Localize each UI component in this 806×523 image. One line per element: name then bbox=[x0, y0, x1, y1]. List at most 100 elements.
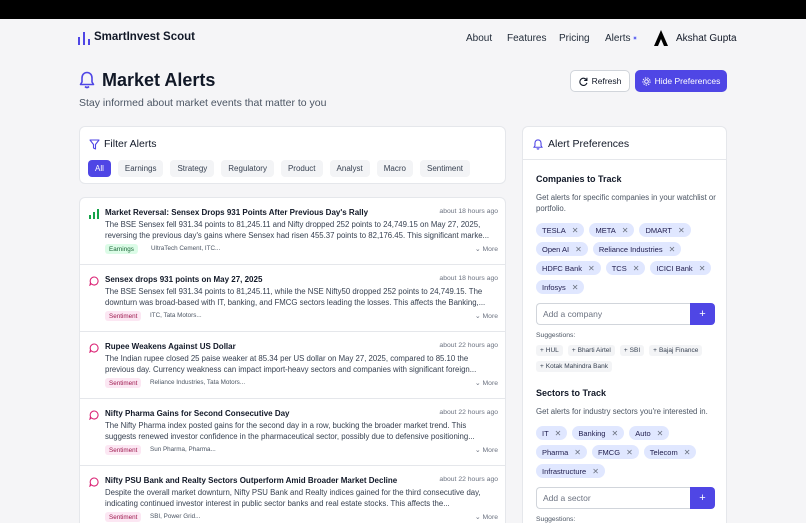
refresh-button[interactable]: Refresh bbox=[570, 70, 630, 92]
company-suggestions-label: Suggestions: bbox=[536, 332, 576, 339]
alert-companies: Reliance Industries, Tata Motors... bbox=[150, 379, 246, 386]
suggestion-label: HUL bbox=[545, 347, 559, 354]
filter-chip-regulatory[interactable]: Regulatory bbox=[221, 160, 274, 177]
filter-chip-earnings[interactable]: Earnings bbox=[117, 160, 164, 177]
company-pill: Open AI ✕ bbox=[536, 242, 588, 256]
company-pill: META ✕ bbox=[589, 223, 635, 237]
alert-item[interactable]: Sensex drops 931 points on May 27, 2025 … bbox=[80, 265, 505, 332]
suggestion-chip[interactable]: + Bajaj Finance bbox=[649, 345, 703, 356]
alert-more-toggle[interactable]: ⌄ More bbox=[475, 245, 498, 253]
company-suggestions: + HUL + Bharti Airtel + SBI + Bajaj Finance … bbox=[536, 345, 721, 372]
hide-preferences-label: Hide Preferences bbox=[654, 76, 721, 86]
close-icon[interactable]: ✕ bbox=[575, 245, 582, 254]
sector-pill: Telecom ✕ bbox=[643, 445, 697, 459]
pill-label: ICICI Bank bbox=[656, 263, 693, 273]
alert-preferences-panel: Alert Preferences Companies to Track Get… bbox=[522, 126, 727, 523]
filter-chip-all[interactable]: All bbox=[88, 160, 111, 177]
sector-pill: IT ✕ bbox=[536, 426, 568, 440]
alert-more-toggle[interactable]: ⌄ More bbox=[475, 379, 498, 387]
filter-chip-analyst[interactable]: Analyst bbox=[329, 160, 370, 177]
pill-label: FMCG bbox=[597, 447, 621, 457]
bell-icon bbox=[533, 138, 543, 150]
close-icon[interactable]: ✕ bbox=[669, 245, 676, 254]
nav-pricing[interactable]: Pricing bbox=[559, 33, 590, 44]
alert-item[interactable]: Market Reversal: Sensex Drops 931 Points… bbox=[80, 198, 505, 265]
user-avatar-logo-icon[interactable] bbox=[654, 30, 668, 46]
close-icon[interactable]: ✕ bbox=[633, 264, 640, 273]
alert-dot bbox=[632, 36, 637, 41]
more-label: More bbox=[482, 447, 499, 454]
close-icon[interactable]: ✕ bbox=[678, 226, 685, 235]
sector-pills: IT ✕ Banking ✕ Auto ✕ Pharma ✕ FMCG ✕ Telecom… bbox=[536, 426, 721, 478]
alert-body: The BSE Sensex fell 931.34 points to 81,… bbox=[105, 220, 490, 240]
nav-alerts[interactable]: Alerts bbox=[605, 33, 637, 44]
sector-pill: Pharma ✕ bbox=[536, 445, 587, 459]
close-icon[interactable]: ✕ bbox=[622, 226, 629, 235]
chevron-down-icon: ⌄ bbox=[474, 447, 481, 454]
company-pill: TESLA ✕ bbox=[536, 223, 585, 237]
sector-pill: FMCG ✕ bbox=[591, 445, 639, 459]
message-icon bbox=[89, 410, 99, 420]
suggestion-chip[interactable]: + Bharti Airtel bbox=[567, 345, 615, 356]
alert-body: The Indian rupee closed 25 paise weaker … bbox=[105, 354, 477, 374]
alert-more-toggle[interactable]: ⌄ More bbox=[475, 513, 498, 521]
close-icon[interactable]: ✕ bbox=[572, 283, 579, 292]
company-pill: DMART ✕ bbox=[639, 223, 691, 237]
close-icon[interactable]: ✕ bbox=[592, 467, 599, 476]
plus-icon: + bbox=[653, 347, 657, 354]
sector-pill: Auto ✕ bbox=[629, 426, 670, 440]
sector-pill: Infrastructure ✕ bbox=[536, 464, 605, 478]
close-icon[interactable]: ✕ bbox=[699, 264, 706, 273]
filter-title: Filter Alerts bbox=[104, 138, 157, 150]
refresh-label: Refresh bbox=[591, 76, 622, 86]
close-icon[interactable]: ✕ bbox=[588, 264, 595, 273]
message-icon bbox=[89, 343, 99, 353]
suggestion-chip[interactable]: + Kotak Mahindra Bank bbox=[536, 361, 612, 372]
filter-chip-macro[interactable]: Macro bbox=[376, 160, 413, 177]
user-name[interactable]: Akshat Gupta bbox=[676, 33, 737, 44]
nav-features[interactable]: Features bbox=[507, 33, 546, 44]
add-sector-button[interactable]: + bbox=[690, 487, 715, 509]
alert-companies: ITC, Tata Motors... bbox=[150, 312, 202, 319]
alert-time: about 22 hours ago bbox=[439, 476, 498, 483]
trending-up-icon bbox=[89, 209, 99, 219]
suggestion-chip[interactable]: + HUL bbox=[536, 345, 563, 356]
close-icon[interactable]: ✕ bbox=[657, 429, 664, 438]
nav-about[interactable]: About bbox=[466, 33, 492, 44]
hide-preferences-button[interactable]: Hide Preferences bbox=[635, 70, 727, 92]
alert-more-toggle[interactable]: ⌄ More bbox=[475, 446, 498, 454]
close-icon[interactable]: ✕ bbox=[574, 448, 581, 457]
top-nav: SmartInvest Scout About Features Pricing… bbox=[0, 19, 806, 61]
pill-label: Open AI bbox=[542, 244, 570, 254]
add-company-button[interactable]: + bbox=[690, 303, 715, 325]
alert-title: Nifty PSU Bank and Realty Sectors Outper… bbox=[105, 476, 398, 485]
alert-tag: Sentiment bbox=[105, 311, 142, 321]
suggestion-label: Kotak Mahindra Bank bbox=[545, 363, 608, 370]
alert-item[interactable]: Rupee Weakens Against US Dollar about 22… bbox=[80, 332, 505, 399]
alert-item[interactable]: Nifty PSU Bank and Realty Sectors Outper… bbox=[80, 466, 505, 523]
filter-card: Filter Alerts All Earnings Strategy Regu… bbox=[79, 126, 506, 184]
alert-body: The BSE Sensex fell 931.34 points to 81,… bbox=[105, 287, 486, 307]
close-icon[interactable]: ✕ bbox=[611, 429, 618, 438]
close-icon[interactable]: ✕ bbox=[572, 226, 579, 235]
alert-more-toggle[interactable]: ⌄ More bbox=[475, 312, 498, 320]
pill-label: IT bbox=[542, 428, 549, 438]
close-icon[interactable]: ✕ bbox=[684, 448, 691, 457]
filter-chip-product[interactable]: Product bbox=[280, 160, 323, 177]
company-pill: TCS ✕ bbox=[605, 261, 646, 275]
add-sector-input[interactable] bbox=[536, 487, 690, 509]
add-company-input[interactable] bbox=[536, 303, 690, 325]
app-logo-text[interactable]: SmartInvest Scout bbox=[94, 31, 195, 43]
company-pills: TESLA ✕ META ✕ DMART ✕ Open AI ✕ Reliance In… bbox=[536, 223, 721, 294]
chevron-down-icon: ⌄ bbox=[474, 380, 481, 387]
sectors-section-title: Sectors to Track bbox=[536, 388, 607, 398]
close-icon[interactable]: ✕ bbox=[626, 448, 633, 457]
suggestion-chip[interactable]: + SBI bbox=[619, 345, 645, 356]
filter-chip-sentiment[interactable]: Sentiment bbox=[420, 160, 471, 177]
pill-label: TCS bbox=[611, 263, 627, 273]
close-icon[interactable]: ✕ bbox=[555, 429, 562, 438]
alert-companies: SBI, Power Grid... bbox=[150, 513, 201, 520]
sector-suggestions-label: Suggestions: bbox=[536, 516, 576, 523]
alert-item[interactable]: Nifty Pharma Gains for Second Consecutiv… bbox=[80, 399, 505, 466]
filter-chip-strategy[interactable]: Strategy bbox=[170, 160, 215, 177]
